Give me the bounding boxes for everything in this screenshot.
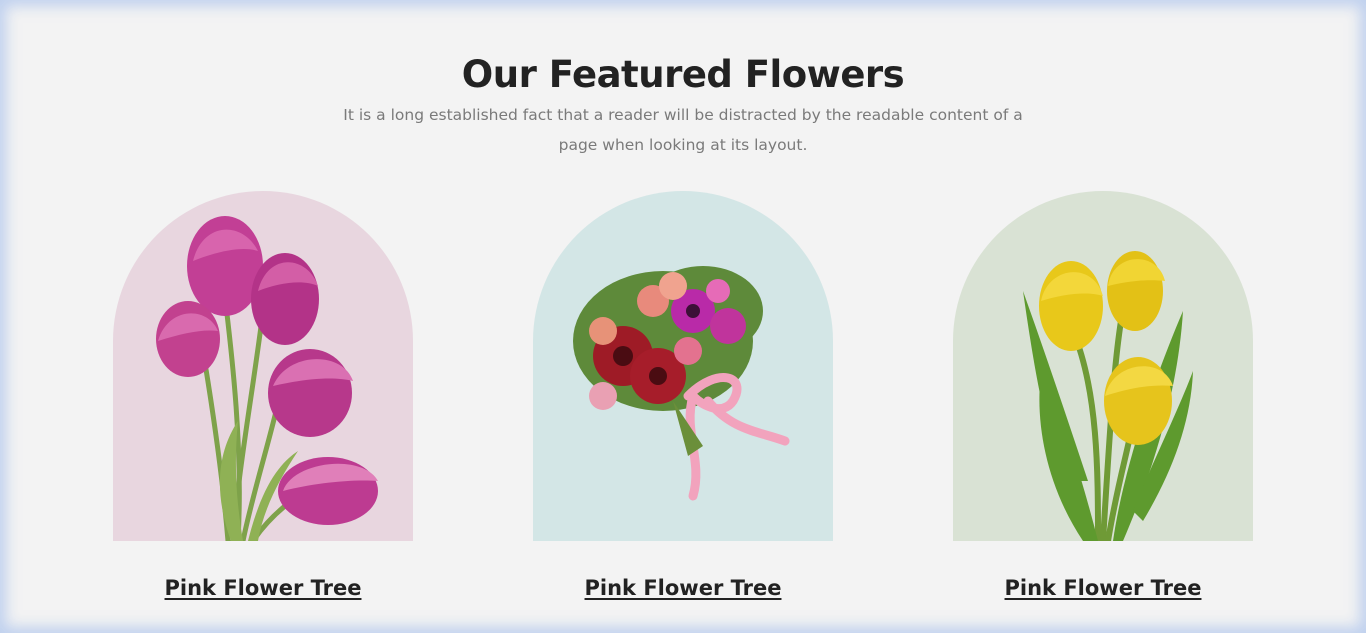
product-card[interactable]: Pink Flower Tree: [953, 191, 1253, 600]
flower-bouquet-image[interactable]: [533, 191, 833, 541]
pink-tulips-image[interactable]: [113, 191, 413, 541]
card-title-link[interactable]: Pink Flower Tree: [953, 574, 1253, 602]
card-title-link[interactable]: Pink Flower Tree: [113, 574, 413, 602]
product-card[interactable]: Pink Flower Tree: [533, 191, 833, 600]
section-title: Our Featured Flowers: [461, 53, 905, 96]
section-description: It is a long established fact that a rea…: [343, 106, 1023, 154]
card-title-link[interactable]: Pink Flower Tree: [533, 574, 833, 602]
product-card[interactable]: Pink Flower Tree: [113, 191, 413, 600]
page-frame: Our Featured Flowers It is a long establ…: [0, 0, 1366, 633]
yellow-tulips-image[interactable]: [953, 191, 1253, 541]
